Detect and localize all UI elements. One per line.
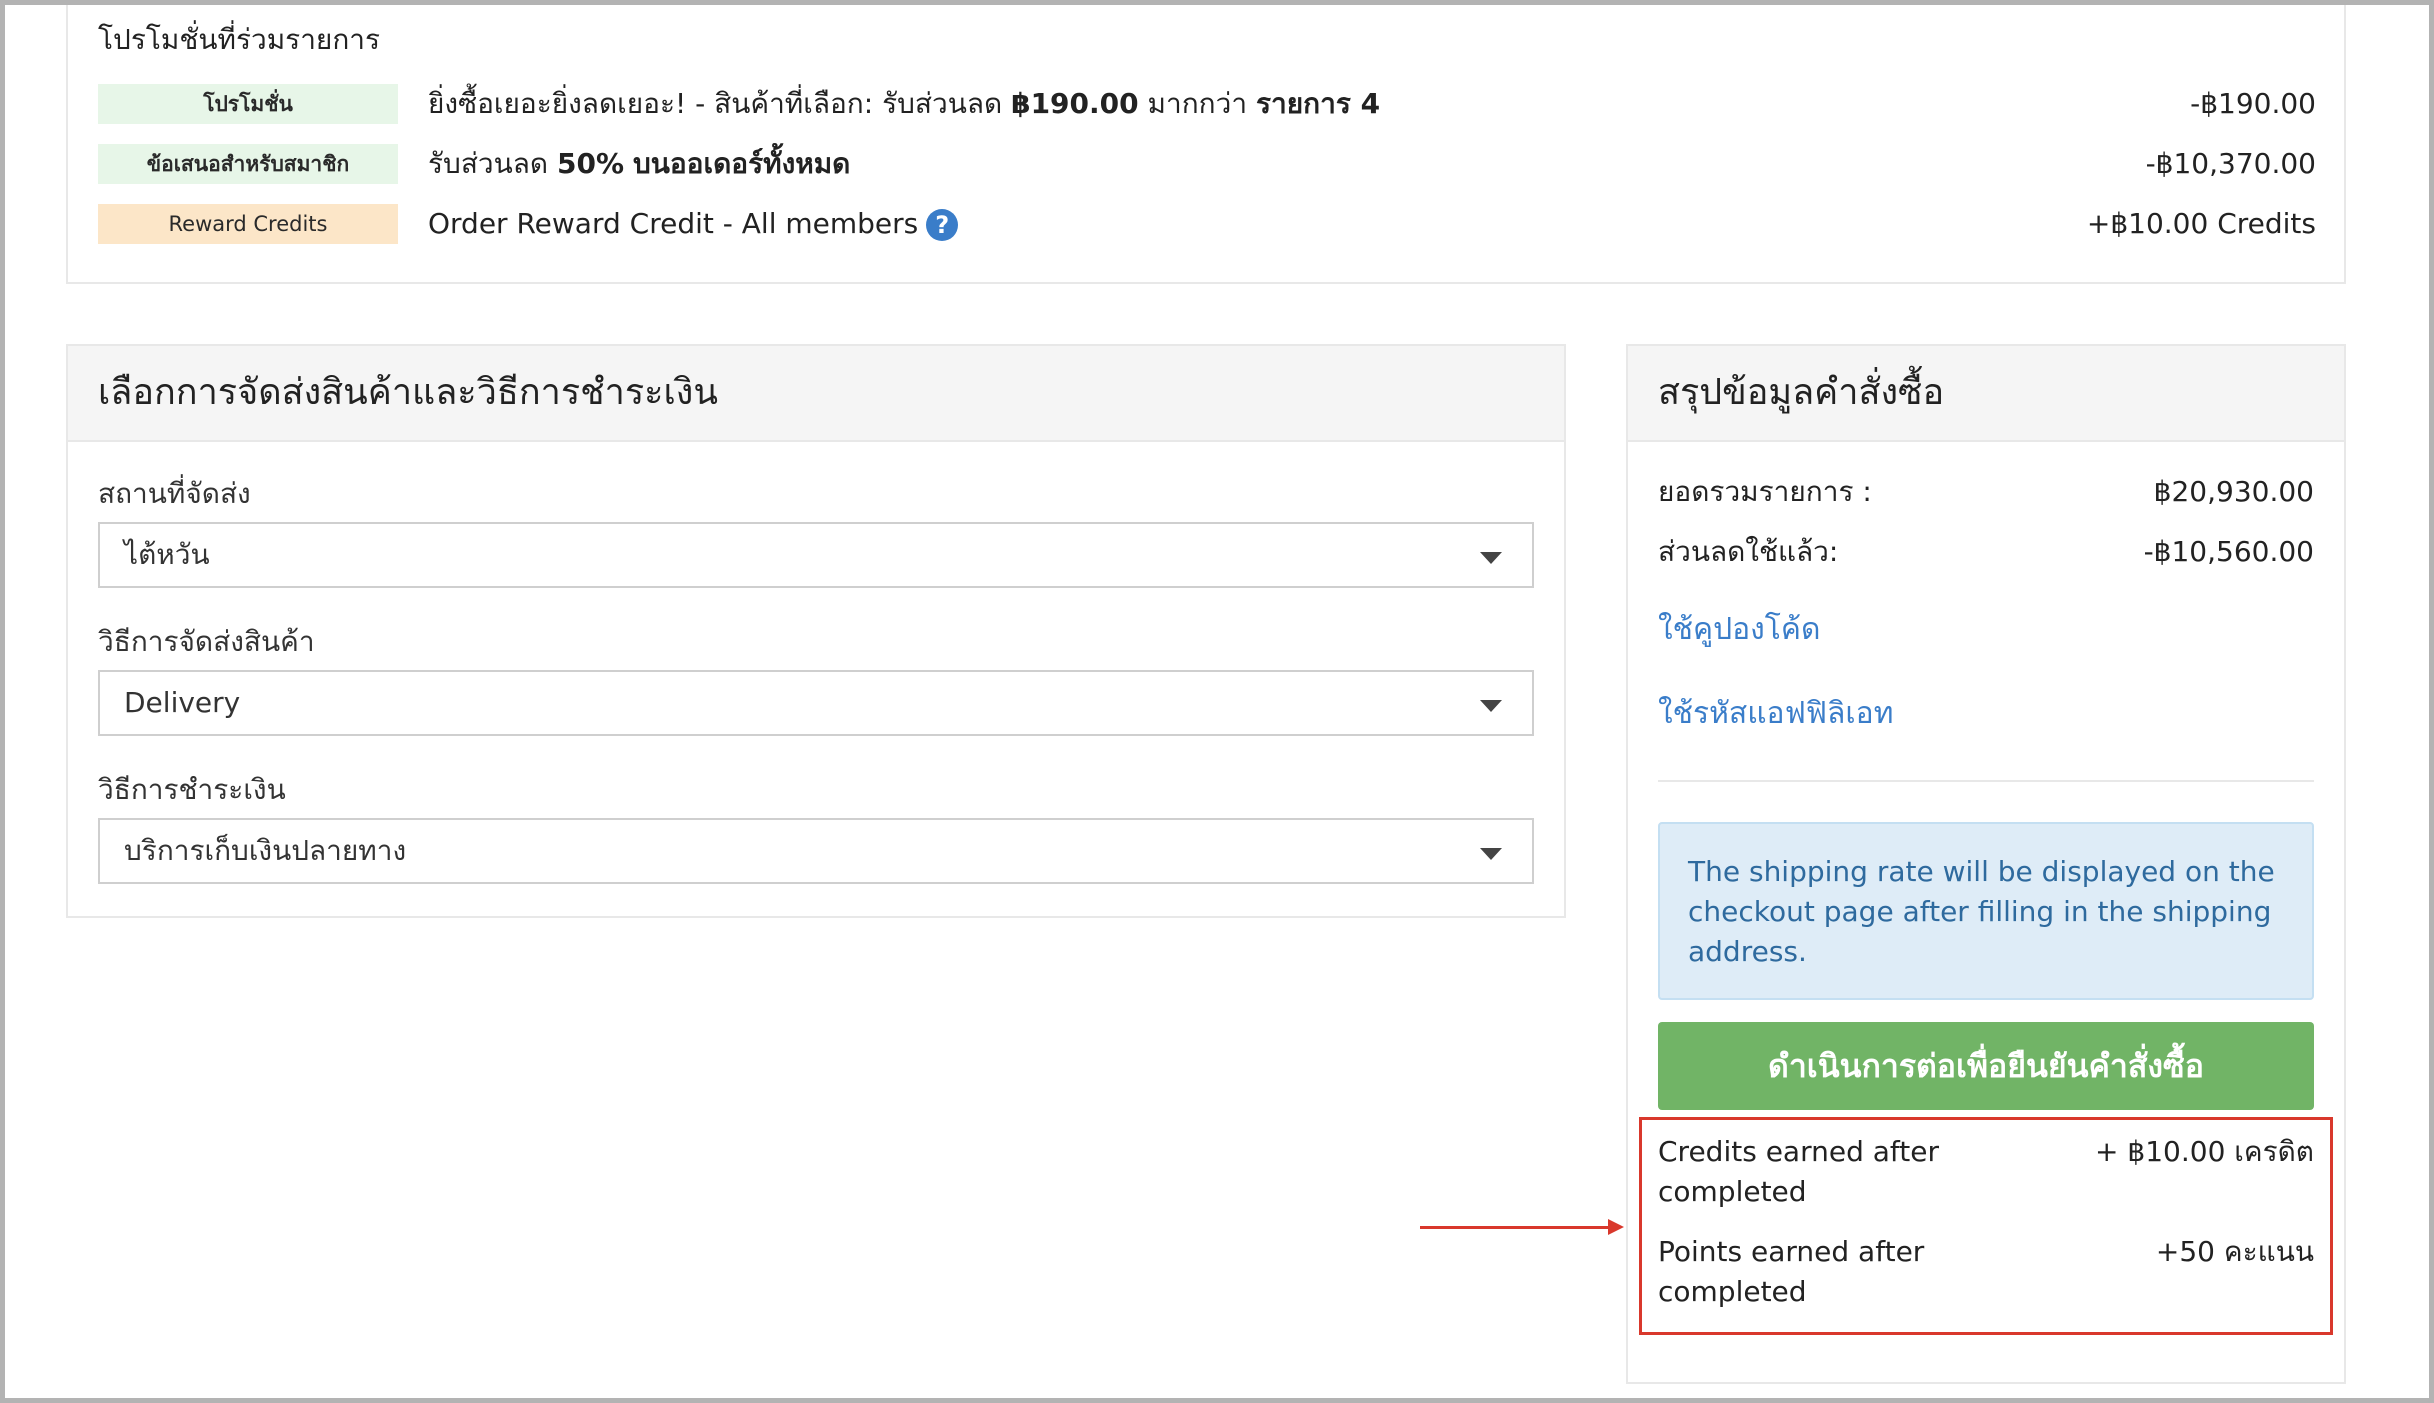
subtotal-value: ฿20,930.00: [2153, 475, 2314, 508]
payment-method-value: บริการเก็บเงินปลายทาง: [124, 834, 407, 867]
reward-credits-badge: Reward Credits: [98, 204, 398, 244]
reward-credits-description: Order Reward Credit - All members?: [428, 204, 959, 244]
payment-method-select[interactable]: บริการเก็บเงินปลายทาง: [98, 818, 1534, 884]
shipping-location-select[interactable]: ไต้หวัน: [98, 522, 1534, 588]
member-offer-description: รับส่วนลด 50% บนออเดอร์ทั้งหมด: [428, 147, 851, 180]
member-offer-badge: ข้อเสนอสำหรับสมาชิก: [98, 144, 398, 184]
discount-row: ส่วนลดใช้แล้ว: -฿10,560.00: [1658, 532, 2314, 572]
apply-affiliate-link[interactable]: ใช้รหัสแอฟฟิลิเอท: [1658, 690, 1893, 737]
shipping-location-value: ไต้หวัน: [124, 538, 210, 571]
summary-divider: [1658, 780, 2314, 782]
subtotal-label: ยอดรวมรายการ :: [1658, 475, 1872, 508]
shipping-method-value: Delivery: [124, 686, 241, 719]
arrow-annotation: [1420, 1226, 1612, 1229]
promotions-title: โปรโมชั่นที่ร่วมรายการ: [98, 23, 381, 56]
highlight-box: [1639, 1117, 2333, 1335]
shipping-payment-panel: เลือกการจัดส่งสินค้าและวิธีการชำระเงิน ส…: [66, 344, 1566, 918]
discount-value: -฿10,560.00: [2143, 535, 2314, 568]
shipping-location-label: สถานที่จัดส่ง: [98, 477, 251, 510]
confirm-order-button[interactable]: ดำเนินการต่อเพื่อยืนยันคำสั่งซื้อ: [1658, 1022, 2314, 1110]
chevron-down-icon: [1480, 848, 1502, 860]
promotion-badge: โปรโมชั่น: [98, 84, 398, 124]
arrow-head-icon: [1608, 1219, 1624, 1235]
chevron-down-icon: [1480, 552, 1502, 564]
reward-credits-row: Reward Credits Order Reward Credit - All…: [98, 204, 2316, 244]
member-offer-row: ข้อเสนอสำหรับสมาชิก รับส่วนลด 50% บนออเด…: [98, 144, 2316, 184]
summary-panel-header: สรุปข้อมูลคำสั่งซื้อ: [1628, 346, 2344, 442]
payment-method-label: วิธีการชำระเงิน: [98, 773, 286, 806]
shipping-method-label: วิธีการจัดส่งสินค้า: [98, 625, 315, 658]
promotion-amount: -฿190.00: [2190, 87, 2316, 120]
member-offer-amount: -฿10,370.00: [2145, 147, 2316, 180]
discount-label: ส่วนลดใช้แล้ว:: [1658, 535, 1839, 568]
shipping-method-select[interactable]: Delivery: [98, 670, 1534, 736]
shipping-info-alert: The shipping rate will be displayed on t…: [1658, 822, 2314, 1000]
summary-panel-title: สรุปข้อมูลคำสั่งซื้อ: [1658, 372, 1945, 413]
shipping-panel-title: เลือกการจัดส่งสินค้าและวิธีการชำระเงิน: [98, 372, 718, 413]
help-icon[interactable]: ?: [926, 209, 959, 241]
promotion-row: โปรโมชั่น ยิ่งซื้อเยอะยิ่งลดเยอะ! - สินค…: [98, 84, 2316, 124]
apply-coupon-link[interactable]: ใช้คูปองโค้ด: [1658, 606, 1820, 653]
chevron-down-icon: [1480, 700, 1502, 712]
promotion-description: ยิ่งซื้อเยอะยิ่งลดเยอะ! - สินค้าที่เลือก…: [428, 87, 1381, 120]
reward-credits-amount: +฿10.00 Credits: [2086, 207, 2316, 240]
subtotal-row: ยอดรวมรายการ : ฿20,930.00: [1658, 472, 2314, 512]
shipping-panel-header: เลือกการจัดส่งสินค้าและวิธีการชำระเงิน: [68, 346, 1564, 442]
